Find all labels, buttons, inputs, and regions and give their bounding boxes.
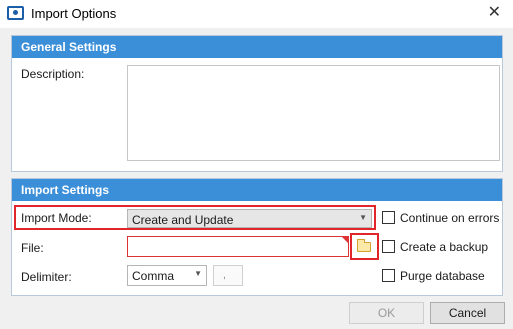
purge-database-label: Purge database [400, 269, 485, 283]
create-backup-checkbox[interactable] [382, 240, 395, 253]
title-bar: Import Options ✕ [0, 0, 513, 28]
create-backup-label: Create a backup [400, 240, 489, 254]
continue-on-errors-label: Continue on errors [400, 211, 500, 225]
import-settings-header: Import Settings [12, 179, 502, 201]
cancel-button[interactable]: Cancel [430, 302, 505, 324]
purge-database-checkbox[interactable] [382, 269, 395, 282]
continue-on-errors-checkbox[interactable] [382, 211, 395, 224]
delimiter-char: , [223, 270, 226, 281]
description-label: Description: [21, 67, 85, 81]
app-icon [7, 6, 24, 20]
import-mode-value: Create and Update [132, 213, 234, 227]
delimiter-value: Comma [132, 269, 175, 283]
import-mode-select[interactable]: Create and Update ▼ [127, 209, 372, 228]
close-icon[interactable]: ✕ [488, 4, 501, 22]
folder-icon[interactable] [357, 239, 371, 252]
chevron-down-icon: ▼ [194, 269, 202, 278]
import-options-dialog: Import Options ✕ General Settings Descri… [0, 0, 513, 329]
general-settings-header: General Settings [12, 36, 502, 58]
file-label: File: [21, 241, 44, 255]
window-title: Import Options [31, 6, 117, 21]
delimiter-select[interactable]: Comma ▼ [127, 265, 207, 286]
description-textarea[interactable] [127, 65, 500, 161]
general-settings-group: General Settings Description: [11, 35, 503, 172]
delimiter-label: Delimiter: [21, 270, 72, 284]
ok-button[interactable]: OK [349, 302, 424, 324]
chevron-down-icon: ▼ [359, 213, 367, 222]
file-path-input[interactable] [127, 236, 349, 257]
import-mode-label: Import Mode: [21, 211, 92, 225]
import-settings-group: Import Settings Import Mode: Create and … [11, 178, 503, 296]
delimiter-char-field[interactable]: , [213, 265, 243, 286]
